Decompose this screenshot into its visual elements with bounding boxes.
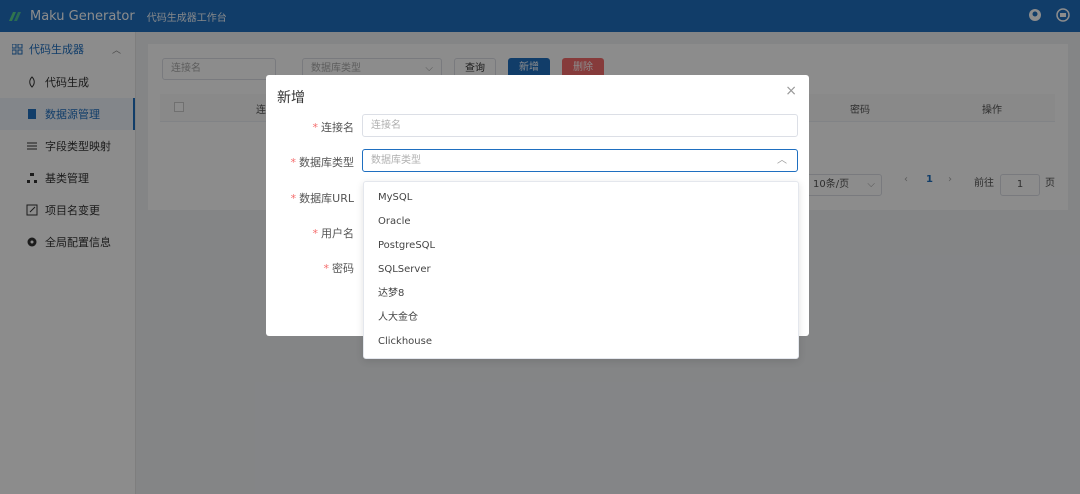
connection-name-label: * 连接名 bbox=[312, 121, 355, 134]
db-type-dropdown: MySQL Oracle PostgreSQL SQLServer 达梦8 人大… bbox=[363, 181, 799, 359]
db-type-label: * 数据库类型 bbox=[290, 156, 355, 169]
dropdown-option-kingbase[interactable]: 人大金仓 bbox=[364, 306, 798, 330]
dropdown-option-dameng8[interactable]: 达梦8 bbox=[364, 282, 798, 306]
chevron-up-icon: ︿ bbox=[777, 155, 787, 166]
dropdown-option-sqlserver[interactable]: SQLServer bbox=[364, 258, 798, 282]
dropdown-option-postgresql[interactable]: PostgreSQL bbox=[364, 234, 798, 258]
username-label: * 用户名 bbox=[312, 227, 355, 240]
dropdown-option-clickhouse[interactable]: Clickhouse bbox=[364, 330, 798, 354]
password-label: * 密码 bbox=[323, 262, 355, 275]
db-type-placeholder: 数据库类型 bbox=[371, 155, 421, 166]
db-url-label: * 数据库URL bbox=[290, 192, 354, 205]
dropdown-option-mysql[interactable]: MySQL bbox=[364, 186, 798, 210]
db-type-field[interactable]: 数据库类型 ︿ bbox=[362, 149, 798, 172]
close-icon[interactable]: × bbox=[785, 83, 797, 99]
dropdown-option-oracle[interactable]: Oracle bbox=[364, 210, 798, 234]
dialog-title: 新增 bbox=[277, 90, 305, 106]
connection-name-input[interactable]: 连接名 bbox=[362, 114, 798, 137]
